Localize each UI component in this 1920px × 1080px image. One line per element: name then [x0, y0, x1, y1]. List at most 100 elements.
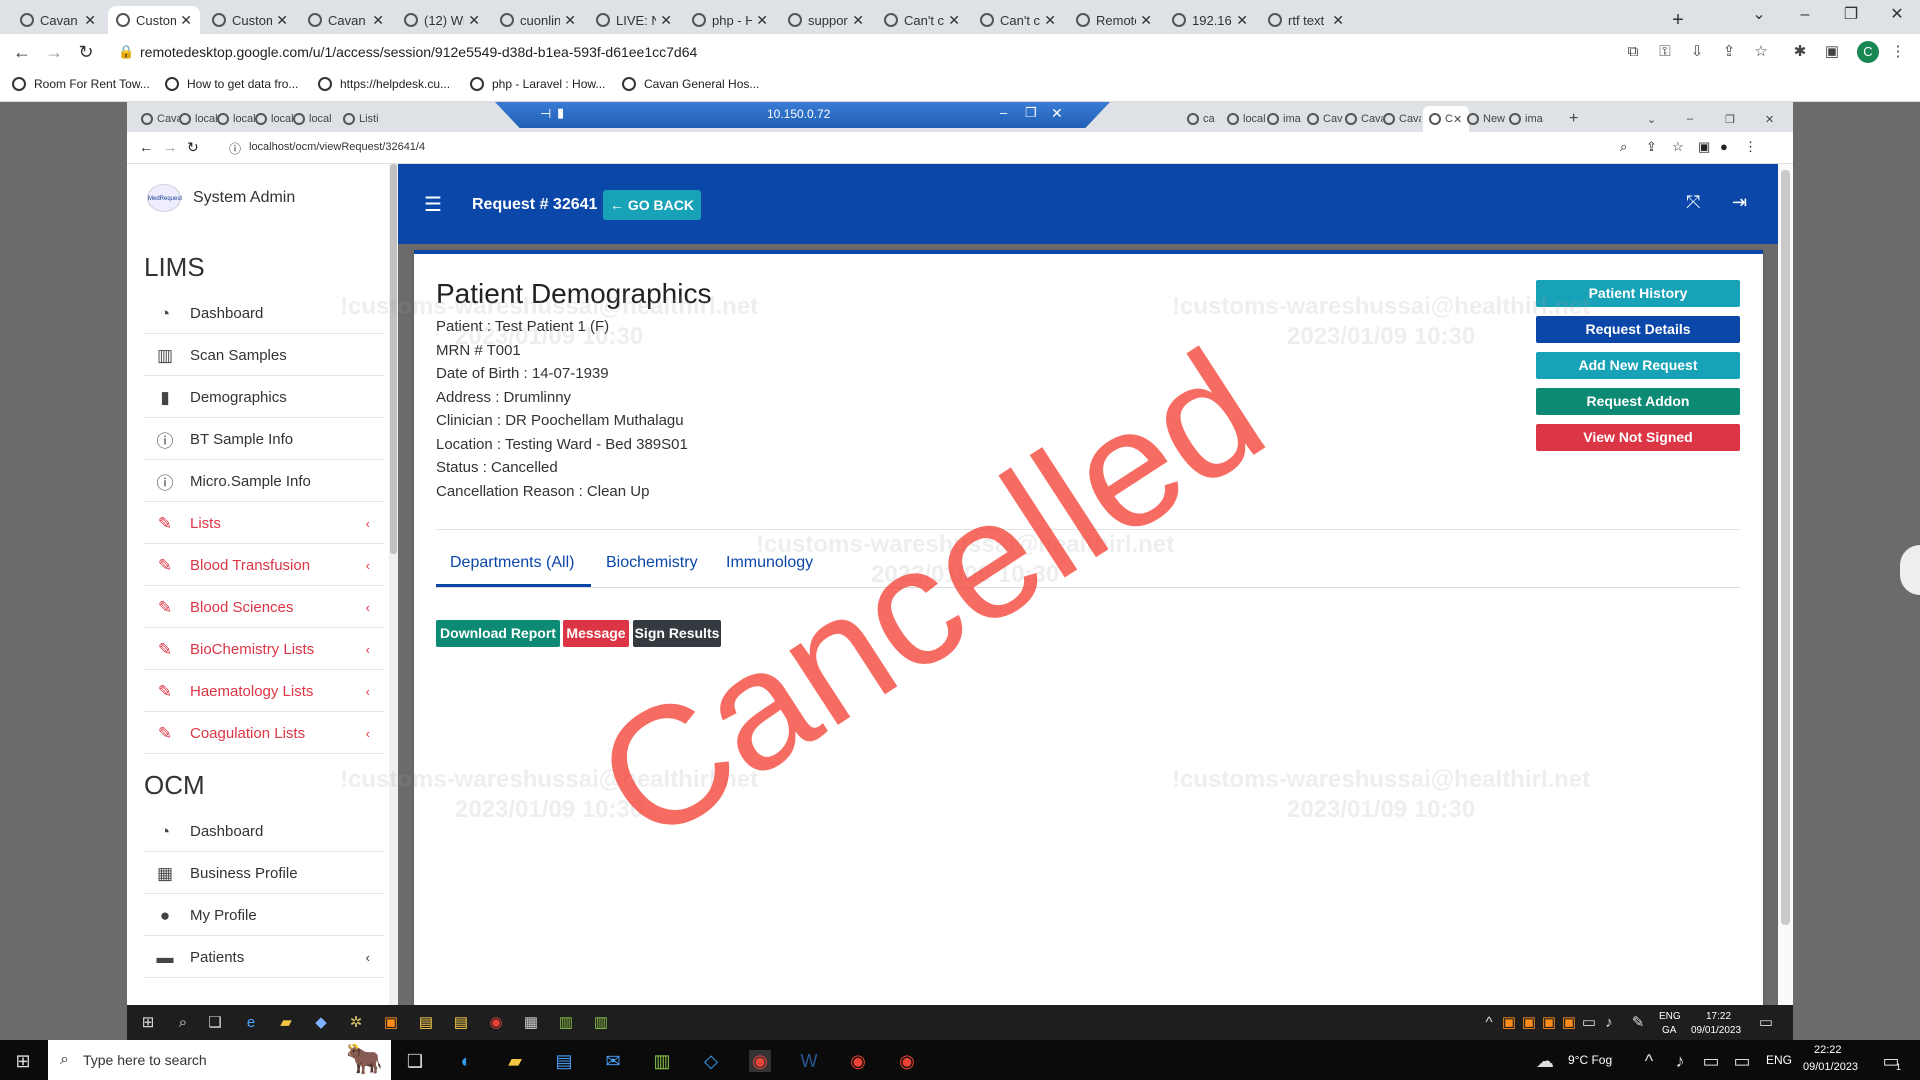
request-addon-button[interactable]: Request Addon: [1536, 388, 1740, 415]
weather-icon[interactable]: ☁: [1534, 1050, 1556, 1072]
outer-tab[interactable]: Remote A✕: [1068, 6, 1160, 34]
close-tab-icon[interactable]: ✕: [756, 12, 768, 29]
volume-muted-icon[interactable]: ♪: [1669, 1050, 1691, 1072]
rd-restore-icon[interactable]: ❐: [1025, 105, 1037, 121]
notepad-icon[interactable]: ▥: [557, 1014, 575, 1032]
forward-icon[interactable]: →: [40, 38, 68, 66]
inner-lang[interactable]: ENG: [1659, 1011, 1681, 1022]
add-new-request-button[interactable]: Add New Request: [1536, 352, 1740, 379]
sidebar-item-ocm-dashboard[interactable]: ◔ Dashboard: [144, 812, 384, 852]
outer-url[interactable]: remotedesktop.google.com/u/1/access/sess…: [140, 44, 697, 60]
bookmark-item[interactable]: How to get data fro...: [165, 77, 298, 91]
sidebar-item-blood-sciences[interactable]: ✎ Blood Sciences ‹: [144, 588, 384, 628]
sidebar-item-dashboard[interactable]: ◔ Dashboard: [144, 294, 384, 334]
tray-icon[interactable]: ▣: [1500, 1014, 1518, 1032]
sidebar-item-ocm-patients[interactable]: ▬ Patients ‹: [144, 938, 384, 978]
inner-sidepanel-icon[interactable]: ▣: [1698, 139, 1710, 155]
windows-start-icon[interactable]: ⊞: [12, 1050, 34, 1072]
bookmark-star-icon[interactable]: ☆: [1751, 42, 1771, 62]
sidepanel-icon[interactable]: ▣: [1822, 42, 1842, 62]
rd-minimize-icon[interactable]: –: [1000, 105, 1007, 120]
inner-profile-icon[interactable]: ●: [1720, 139, 1728, 154]
outer-tab[interactable]: support.c✕: [780, 6, 872, 34]
tab-search-icon[interactable]: ⌄: [1736, 0, 1782, 30]
brand[interactable]: MedRequest System Admin: [147, 184, 295, 212]
extensions-icon[interactable]: ✱: [1790, 42, 1810, 62]
inner-tab[interactable]: Cava: [1383, 106, 1421, 132]
pen-icon[interactable]: ✎: [1629, 1014, 1647, 1032]
inner-url[interactable]: localhost/ocm/viewRequest/32641/4: [249, 141, 425, 153]
inner-tab[interactable]: local: [255, 106, 293, 132]
chrome-icon[interactable]: ◉: [847, 1050, 869, 1072]
close-tab-icon[interactable]: ✕: [180, 12, 192, 29]
folder-icon[interactable]: ▰: [277, 1014, 295, 1032]
sidebar-item-demographics[interactable]: ▮ Demographics: [144, 378, 384, 418]
bookmark-item[interactable]: https://helpdesk.cu...: [318, 77, 450, 91]
go-back-button[interactable]: ← GO BACK: [603, 190, 701, 220]
tray-icon[interactable]: ▣: [1520, 1014, 1538, 1032]
clock-date[interactable]: 09/01/2023: [1803, 1061, 1858, 1073]
outer-lang[interactable]: ENG: [1766, 1053, 1792, 1067]
browser-menu-icon[interactable]: ⋮: [1888, 42, 1908, 62]
display-icon[interactable]: ▭: [1700, 1050, 1722, 1072]
fullscreen-icon[interactable]: ⤧: [1686, 192, 1700, 213]
close-tab-icon[interactable]: ✕: [1332, 12, 1344, 29]
sidebar-item-bt-sample-info[interactable]: ⓘ BT Sample Info: [144, 420, 384, 460]
message-button[interactable]: Message: [563, 620, 629, 647]
close-tab-icon[interactable]: ✕: [852, 12, 864, 29]
minimize-icon[interactable]: –: [1782, 0, 1828, 30]
chrome-icon[interactable]: ◉: [487, 1014, 505, 1032]
outer-tab[interactable]: (12) What✕: [396, 6, 488, 34]
xampp-icon[interactable]: ▣: [382, 1014, 400, 1032]
key-icon[interactable]: ⚿: [1655, 42, 1675, 62]
zoom-icon[interactable]: ⌕: [1620, 139, 1627, 155]
mail-icon[interactable]: ✉: [602, 1050, 624, 1072]
sidebar-scroll-thumb[interactable]: [390, 164, 397, 554]
inner-tab[interactable]: ima: [1267, 106, 1305, 132]
sidebar-item-blood-transfusion[interactable]: ✎ Blood Transfusion ‹: [144, 546, 384, 586]
app-icon[interactable]: ▤: [452, 1014, 470, 1032]
network-icon[interactable]: ▭: [1580, 1014, 1598, 1032]
inner-tab[interactable]: C ✕: [1423, 106, 1469, 132]
outer-tab[interactable]: Cavan Ge✕: [300, 6, 392, 34]
inner-tab[interactable]: local: [217, 106, 255, 132]
close-window-icon[interactable]: ✕: [1874, 0, 1920, 30]
notepadpp-icon[interactable]: ▥: [651, 1050, 673, 1072]
sidebar-item-haematology-lists[interactable]: ✎ Haematology Lists ‹: [144, 672, 384, 712]
sidebar-item-ocm-business-profile[interactable]: ▦ Business Profile: [144, 854, 384, 894]
task-view-icon[interactable]: ❑: [206, 1014, 224, 1032]
inner-tab[interactable]: local: [179, 106, 217, 132]
outer-tab[interactable]: php - How✕: [684, 6, 776, 34]
tray-chevron-icon[interactable]: ^: [1638, 1050, 1660, 1072]
bookmark-item[interactable]: Cavan General Hos...: [622, 77, 759, 91]
windows-start-icon[interactable]: ⊞: [139, 1014, 157, 1032]
rd-close-icon[interactable]: ✕: [1051, 105, 1063, 122]
inner-tab[interactable]: ima: [1509, 106, 1547, 132]
outer-tab[interactable]: Custom S✕: [204, 6, 296, 34]
taskbar-search-icon[interactable]: ⌕: [174, 1014, 192, 1032]
volume-icon[interactable]: ♪: [1600, 1014, 1618, 1032]
inner-share-icon[interactable]: ⇪: [1646, 139, 1657, 155]
inner-new-tab-button[interactable]: +: [1569, 106, 1589, 132]
close-tab-icon[interactable]: ✕: [1140, 12, 1152, 29]
patient-history-button[interactable]: Patient History: [1536, 280, 1740, 307]
vscode-icon[interactable]: ◇: [700, 1050, 722, 1072]
inner-tab[interactable]: Cava: [141, 106, 179, 132]
clock-time[interactable]: 22:22: [1814, 1044, 1842, 1056]
weather-text[interactable]: 9°C Fog: [1568, 1053, 1612, 1067]
inner-tab[interactable]: Cava: [1345, 106, 1383, 132]
inner-reload-icon[interactable]: ↻: [187, 139, 199, 156]
inner-restore-icon[interactable]: ❐: [1725, 106, 1741, 132]
outer-tab[interactable]: Can't con✕: [876, 6, 968, 34]
inner-tab[interactable]: local: [293, 106, 331, 132]
download-report-button[interactable]: Download Report: [436, 620, 560, 647]
inner-lang-sub[interactable]: GA: [1662, 1025, 1676, 1036]
outer-tab[interactable]: LIVE: New✕: [588, 6, 680, 34]
close-tab-icon[interactable]: ✕: [948, 12, 960, 29]
sidebar-item-scan-samples[interactable]: ▥ Scan Samples: [144, 336, 384, 376]
close-tab-icon[interactable]: ✕: [84, 12, 96, 29]
tool-icon[interactable]: ✲: [347, 1014, 365, 1032]
file-explorer-icon[interactable]: ▰: [504, 1050, 526, 1072]
share-icon[interactable]: ⇪: [1719, 42, 1739, 62]
pin-icon[interactable]: ⊣: [540, 106, 551, 122]
